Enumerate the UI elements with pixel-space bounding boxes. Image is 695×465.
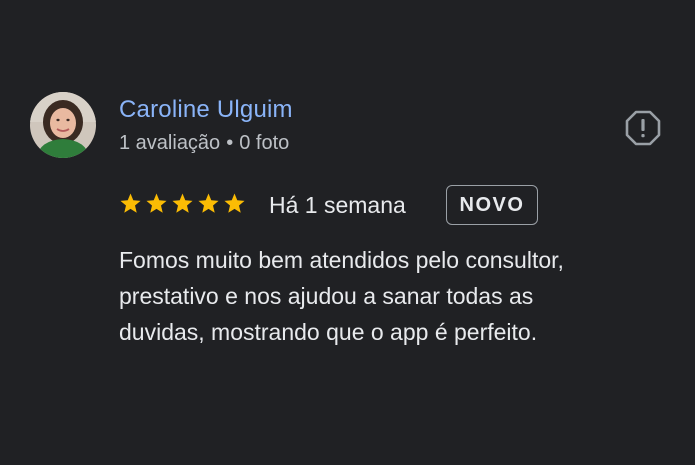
star-icon xyxy=(224,193,245,213)
meta-separator: • xyxy=(226,132,234,154)
star-rating xyxy=(119,192,246,218)
avatar[interactable] xyxy=(30,92,96,158)
review-text-line: duvidas, mostrando que o app é perfeito. xyxy=(119,319,538,345)
review-text-line: Fomos muito bem atendidos pelo consultor… xyxy=(119,247,564,273)
reviewer-meta: 1 avaliação • 0 foto xyxy=(119,130,289,156)
photo-count: 0 foto xyxy=(239,132,290,154)
star-icon xyxy=(146,193,167,213)
new-badge: NOVO xyxy=(446,185,538,225)
review-text-line: prestativo e nos ajudou a sanar todas as xyxy=(119,283,534,309)
review-date: Há 1 semana xyxy=(269,192,406,218)
review-text: Fomos muito bem atendidos pelo consultor… xyxy=(119,242,679,350)
star-icon xyxy=(172,193,193,213)
reviewer-name[interactable]: Caroline Ulguim xyxy=(119,95,293,125)
star-icon xyxy=(198,193,219,213)
report-flag-icon[interactable] xyxy=(625,110,661,146)
star-icon xyxy=(120,193,141,213)
review-card: Caroline Ulguim 1 avaliação • 0 foto Há 1 … xyxy=(0,0,695,465)
review-count: 1 avaliação xyxy=(119,132,221,154)
avatar-image xyxy=(30,92,96,158)
